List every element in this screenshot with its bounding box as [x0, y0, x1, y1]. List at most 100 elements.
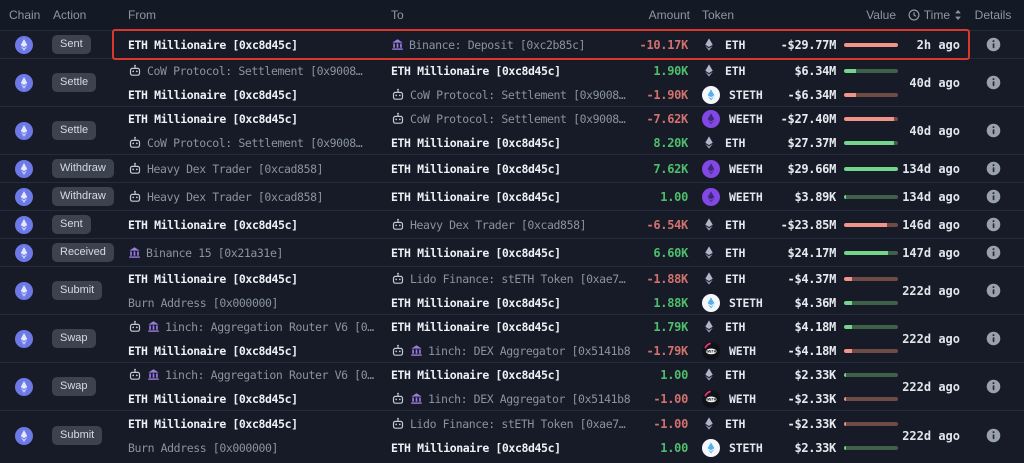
- time-ago: 222d ago: [902, 428, 960, 443]
- entity-link[interactable]: ETH Millionaire [0xc8d45c]: [391, 441, 561, 455]
- transaction-row[interactable]: Settle ETH Millionaire [0xc8d45c] CoW Prot…: [0, 107, 1024, 155]
- steth-token-icon: [702, 85, 720, 104]
- entity-link[interactable]: Heavy Dex Trader [0xcad858]: [147, 190, 324, 204]
- action-cell: Swap: [48, 315, 116, 362]
- entity: ETH Millionaire [0xc8d45c]: [391, 441, 561, 455]
- to-cell: ETH Millionaire [0xc8d45c]: [383, 155, 630, 182]
- entity-link[interactable]: Heavy Dex Trader [0xcad858]: [147, 162, 324, 176]
- entity: ETH Millionaire [0xc8d45c]: [128, 417, 298, 431]
- action-badge: Sent: [52, 35, 91, 54]
- info-icon[interactable]: [986, 75, 1001, 90]
- transaction-row[interactable]: Withdraw Heavy Dex Trader [0xcad858] ETH M…: [0, 183, 1024, 211]
- time-cell: 40d ago: [898, 59, 962, 106]
- entity: Heavy Dex Trader [0xcad858]: [391, 218, 587, 232]
- entity-link[interactable]: CoW Protocol: Settlement [0x9008…: [147, 64, 363, 78]
- info-icon[interactable]: [986, 245, 1001, 260]
- to-cell: Lido Finance: stETH Token [0xae7… ETH Mil…: [383, 267, 630, 314]
- transaction-row[interactable]: Sent ETH Millionaire [0xc8d45c] Heavy Dex …: [0, 211, 1024, 239]
- chain-cell: [0, 155, 48, 182]
- info-icon[interactable]: [986, 161, 1001, 176]
- entity-link[interactable]: Burn Address [0x000000]: [128, 296, 278, 310]
- usd-value: -$4.37M: [787, 271, 837, 286]
- transaction-row[interactable]: Received Binance 15 [0x21a31e] ETH Million…: [0, 239, 1024, 267]
- entity-link[interactable]: ETH Millionaire [0xc8d45c]: [128, 88, 298, 102]
- entity-link[interactable]: ETH Millionaire [0xc8d45c]: [391, 162, 561, 176]
- entity-link[interactable]: ETH Millionaire [0xc8d45c]: [128, 392, 298, 406]
- info-icon[interactable]: [986, 189, 1001, 204]
- usd-value: $29.66M: [787, 161, 837, 176]
- bank-icon: [410, 344, 423, 357]
- entity-link[interactable]: ETH Millionaire [0xc8d45c]: [128, 112, 298, 126]
- action-cell: Submit: [48, 411, 116, 460]
- entity-link[interactable]: ETH Millionaire [0xc8d45c]: [128, 417, 298, 431]
- entity: ETH Millionaire [0xc8d45c]: [391, 162, 561, 176]
- amount-cell: -1.00 1.00: [630, 411, 690, 460]
- entity-link[interactable]: CoW Protocol: Settlement [0x9008…: [410, 112, 626, 126]
- entity-link[interactable]: 1inch: Aggregation Router V6 [0…: [165, 320, 374, 334]
- entity-link[interactable]: ETH Millionaire [0xc8d45c]: [128, 344, 298, 358]
- info-icon[interactable]: [986, 331, 1001, 346]
- entity-link[interactable]: ETH Millionaire [0xc8d45c]: [391, 246, 561, 260]
- entity-link[interactable]: 1inch: DEX Aggregator [0x5141b8]: [428, 392, 630, 406]
- transaction-row[interactable]: Withdraw Heavy Dex Trader [0xcad858] ETH M…: [0, 155, 1024, 183]
- info-icon[interactable]: [986, 217, 1001, 232]
- entity-link[interactable]: ETH Millionaire [0xc8d45c]: [391, 64, 561, 78]
- token-symbol: ETH: [725, 63, 746, 78]
- transaction-row[interactable]: Sent ETH Millionaire [0xc8d45c] Binance: D…: [0, 31, 1024, 59]
- chain-cell: [0, 31, 48, 58]
- weeth-token-icon: [702, 187, 720, 206]
- transaction-row[interactable]: Swap 1inch: Aggregation Router V6 [0… ETH …: [0, 363, 1024, 411]
- entity-link[interactable]: ETH Millionaire [0xc8d45c]: [128, 272, 298, 286]
- amount-value: 1.79K: [653, 319, 688, 334]
- entity-link[interactable]: ETH Millionaire [0xc8d45c]: [391, 320, 561, 334]
- info-icon[interactable]: [986, 379, 1001, 394]
- entity-link[interactable]: Binance 15 [0x21a31e]: [146, 246, 283, 260]
- time-header-label: Time: [923, 8, 950, 22]
- entity-link[interactable]: Heavy Dex Trader [0xcad858]: [410, 218, 587, 232]
- info-icon[interactable]: [986, 123, 1001, 138]
- entity-link[interactable]: ETH Millionaire [0xc8d45c]: [128, 218, 298, 232]
- robot-icon: [391, 392, 405, 406]
- entity-link[interactable]: Burn Address [0x000000]: [128, 441, 278, 455]
- entity-link[interactable]: ETH Millionaire [0xc8d45c]: [128, 38, 298, 52]
- sort-icon: [954, 9, 962, 21]
- info-icon[interactable]: [986, 283, 1001, 298]
- transaction-row[interactable]: Swap 1inch: Aggregation Router V6 [0… ETH …: [0, 315, 1024, 363]
- table-header: Chain Action From To Amount Token Value …: [0, 0, 1024, 31]
- token-cell: ETH WETH WETH: [690, 363, 770, 410]
- amount-value: 1.90K: [653, 63, 688, 78]
- value-bar-cell: [838, 267, 898, 314]
- transaction-row[interactable]: Submit ETH Millionaire [0xc8d45c] Burn Add…: [0, 411, 1024, 460]
- token: ETH: [702, 416, 745, 431]
- entity-link[interactable]: Lido Finance: stETH Token [0xae7…: [410, 417, 626, 431]
- entity-link[interactable]: CoW Protocol: Settlement [0x9008…: [147, 136, 363, 150]
- entity-link[interactable]: CoW Protocol: Settlement [0x9008…: [410, 88, 626, 102]
- info-icon[interactable]: [986, 428, 1001, 443]
- entity-link[interactable]: ETH Millionaire [0xc8d45c]: [391, 136, 561, 150]
- action-badge: Submit: [52, 426, 103, 445]
- token-symbol: STETH: [729, 87, 763, 102]
- amount-value: -1.90K: [646, 87, 688, 102]
- token: ETH: [702, 319, 745, 334]
- token-symbol: ETH: [725, 319, 746, 334]
- eth-token-icon: [702, 217, 716, 232]
- entity-link[interactable]: ETH Millionaire [0xc8d45c]: [391, 368, 561, 382]
- transaction-row[interactable]: Settle CoW Protocol: Settlement [0x9008… E…: [0, 59, 1024, 107]
- column-header-time[interactable]: Time: [898, 8, 962, 22]
- action-cell: Received: [48, 239, 116, 266]
- entity: ETH Millionaire [0xc8d45c]: [391, 136, 561, 150]
- value-bar: [844, 445, 898, 450]
- value-bar: [844, 396, 898, 401]
- entity-link[interactable]: Binance: Deposit [0xc2b85c]: [409, 38, 586, 52]
- transaction-row[interactable]: Submit ETH Millionaire [0xc8d45c] Burn Add…: [0, 267, 1024, 315]
- entity-link[interactable]: 1inch: Aggregation Router V6 [0…: [165, 368, 374, 382]
- entity-link[interactable]: ETH Millionaire [0xc8d45c]: [391, 190, 561, 204]
- token-symbol: ETH: [725, 135, 746, 150]
- info-icon[interactable]: [986, 37, 1001, 52]
- entity-link[interactable]: Lido Finance: stETH Token [0xae7…: [410, 272, 626, 286]
- robot-icon: [128, 368, 142, 382]
- entity-link[interactable]: ETH Millionaire [0xc8d45c]: [391, 296, 561, 310]
- amount-cell: 7.62K: [630, 155, 690, 182]
- time-cell: 147d ago: [898, 239, 962, 266]
- entity-link[interactable]: 1inch: DEX Aggregator [0x5141b8]: [428, 344, 630, 358]
